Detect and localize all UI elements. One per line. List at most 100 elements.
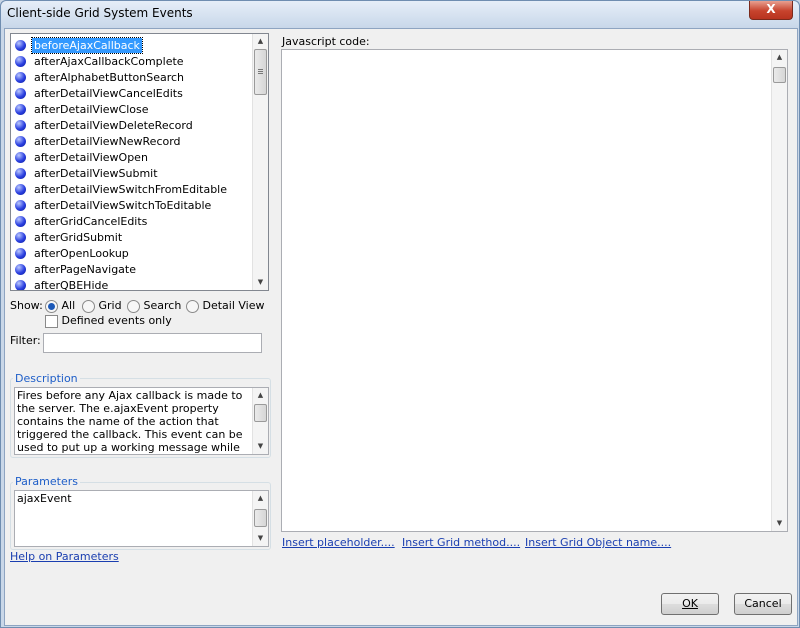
javascript-code-label: Javascript code: <box>282 35 370 48</box>
event-list-item[interactable]: afterGridCancelEdits <box>13 214 249 229</box>
show-option-grid[interactable]: Grid <box>82 299 122 313</box>
code-editor-scrollbar[interactable]: ▲ ▼ <box>771 50 787 531</box>
description-scrollbar[interactable]: ▲ ▼ <box>252 388 268 454</box>
event-list-item-label: beforeAjaxCallback <box>31 37 143 54</box>
blue-dot-icon <box>15 280 26 290</box>
event-list-item[interactable]: afterDetailViewSwitchFromEditable <box>13 182 249 197</box>
parameters-legend: Parameters <box>13 475 80 488</box>
event-list-item[interactable]: afterDetailViewSwitchToEditable <box>13 198 249 213</box>
radio-search-icon[interactable] <box>127 299 140 313</box>
scrollbar-thumb[interactable] <box>254 404 267 422</box>
event-list-item-label: afterDetailViewCancelEdits <box>34 87 183 100</box>
event-list-item[interactable]: afterDetailViewClose <box>13 102 249 117</box>
scroll-up-icon[interactable]: ▲ <box>253 491 268 506</box>
scroll-up-icon[interactable]: ▲ <box>253 388 268 403</box>
event-list-item-label: afterDetailViewDeleteRecord <box>34 119 193 132</box>
event-list-item-label: afterOpenLookup <box>34 247 129 260</box>
event-list-item-label: afterDetailViewOpen <box>34 151 148 164</box>
radio-grid-icon[interactable] <box>82 299 95 313</box>
ok-button-label: OK <box>682 597 698 610</box>
show-option-search[interactable]: Search <box>127 299 181 313</box>
dialog-window: Client-side Grid System Events X beforeA… <box>0 0 800 628</box>
event-list-item-label: afterAjaxCallbackComplete <box>34 55 184 68</box>
scroll-down-icon[interactable]: ▼ <box>253 275 268 290</box>
filter-label: Filter: <box>10 334 41 347</box>
scroll-down-icon[interactable]: ▼ <box>253 531 268 546</box>
events-listbox[interactable]: beforeAjaxCallback afterAjaxCallbackCompl… <box>10 33 269 291</box>
event-list-item-label: afterDetailViewSwitchToEditable <box>34 199 212 212</box>
defined-events-only-label: Defined events only <box>61 314 172 327</box>
blue-dot-icon <box>15 104 26 115</box>
ok-button[interactable]: OK <box>661 593 719 615</box>
cancel-button[interactable]: Cancel <box>734 593 792 615</box>
blue-dot-icon <box>15 264 26 275</box>
parameters-textarea[interactable]: ajaxEvent ▲ ▼ <box>14 490 269 547</box>
event-list-item-label: afterAlphabetButtonSearch <box>34 71 184 84</box>
blue-dot-icon <box>15 136 26 147</box>
javascript-code-editor[interactable]: ▲ ▼ <box>281 49 788 532</box>
event-list-item-label: afterDetailViewSubmit <box>34 167 158 180</box>
event-list-item[interactable]: beforeAjaxCallback <box>13 37 249 54</box>
events-list-scrollbar[interactable]: ▲ ▼ <box>252 34 268 290</box>
radio-all-icon[interactable] <box>45 299 58 313</box>
event-list-item[interactable]: afterDetailViewDeleteRecord <box>13 118 249 133</box>
event-list-item-label: afterGridCancelEdits <box>34 215 148 228</box>
insert-placeholder-link[interactable]: Insert placeholder.... <box>282 536 395 549</box>
help-on-parameters-link[interactable]: Help on Parameters <box>10 550 119 563</box>
show-label: Show: <box>10 299 43 312</box>
event-list-item[interactable]: afterAlphabetButtonSearch <box>13 70 249 85</box>
event-list-item[interactable]: afterDetailViewSubmit <box>13 166 249 181</box>
event-list-item[interactable]: afterDetailViewOpen <box>13 150 249 165</box>
title-bar[interactable]: Client-side Grid System Events X <box>1 1 799 27</box>
cancel-button-label: Cancel <box>744 597 782 610</box>
scrollbar-thumb[interactable] <box>773 67 786 83</box>
blue-dot-icon <box>15 72 26 83</box>
blue-dot-icon <box>15 56 26 67</box>
blue-dot-icon <box>15 168 26 179</box>
insert-grid-method-link[interactable]: Insert Grid method.... <box>402 536 520 549</box>
blue-dot-icon <box>15 152 26 163</box>
scroll-down-icon[interactable]: ▼ <box>253 439 268 454</box>
event-list-item-label: afterGridSubmit <box>34 231 123 244</box>
show-option-all[interactable]: All <box>45 299 75 313</box>
show-option-all-label: All <box>61 299 76 312</box>
event-list-item[interactable]: afterOpenLookup <box>13 246 249 261</box>
show-option-grid-label: Grid <box>98 299 122 312</box>
show-option-detail-view-label: Detail View <box>202 299 265 312</box>
dialog-client: beforeAjaxCallback afterAjaxCallbackCompl… <box>4 28 798 626</box>
scrollbar-thumb[interactable] <box>254 509 267 527</box>
description-text: Fires before any Ajax callback is made t… <box>17 389 243 454</box>
description-textarea[interactable]: Fires before any Ajax callback is made t… <box>14 387 269 455</box>
window-title: Client-side Grid System Events <box>7 6 193 20</box>
close-icon: X <box>766 2 776 16</box>
blue-dot-icon <box>15 40 26 51</box>
event-list-item[interactable]: afterDetailViewCancelEdits <box>13 86 249 101</box>
event-list-item[interactable]: afterGridSubmit <box>13 230 249 245</box>
event-list-item[interactable]: afterQBEHide <box>13 278 249 290</box>
blue-dot-icon <box>15 200 26 211</box>
event-list-item[interactable]: afterDetailViewNewRecord <box>13 134 249 149</box>
defined-events-only-checkbox[interactable]: Defined events only <box>45 314 172 328</box>
blue-dot-icon <box>15 88 26 99</box>
parameters-text: ajaxEvent <box>17 492 72 505</box>
close-button[interactable]: X <box>749 1 793 20</box>
show-option-detail-view[interactable]: Detail View <box>186 299 265 313</box>
event-list-item[interactable]: afterPageNavigate <box>13 262 249 277</box>
scroll-down-icon[interactable]: ▼ <box>772 516 787 531</box>
event-list-item[interactable]: afterAjaxCallbackComplete <box>13 54 249 69</box>
scroll-up-icon[interactable]: ▲ <box>772 50 787 65</box>
scrollbar-thumb[interactable] <box>254 49 267 95</box>
blue-dot-icon <box>15 120 26 131</box>
insert-grid-object-name-link[interactable]: Insert Grid Object name.... <box>525 536 671 549</box>
parameters-scrollbar[interactable]: ▲ ▼ <box>252 491 268 546</box>
event-list-item-label: afterPageNavigate <box>34 263 136 276</box>
event-list-item-label: afterDetailViewSwitchFromEditable <box>34 183 227 196</box>
filter-input[interactable] <box>43 333 262 353</box>
checkbox-icon[interactable] <box>45 314 58 328</box>
description-legend: Description <box>13 372 80 385</box>
scroll-up-icon[interactable]: ▲ <box>253 34 268 49</box>
blue-dot-icon <box>15 232 26 243</box>
radio-detail-view-icon[interactable] <box>186 299 199 313</box>
show-option-search-label: Search <box>143 299 182 312</box>
blue-dot-icon <box>15 216 26 227</box>
